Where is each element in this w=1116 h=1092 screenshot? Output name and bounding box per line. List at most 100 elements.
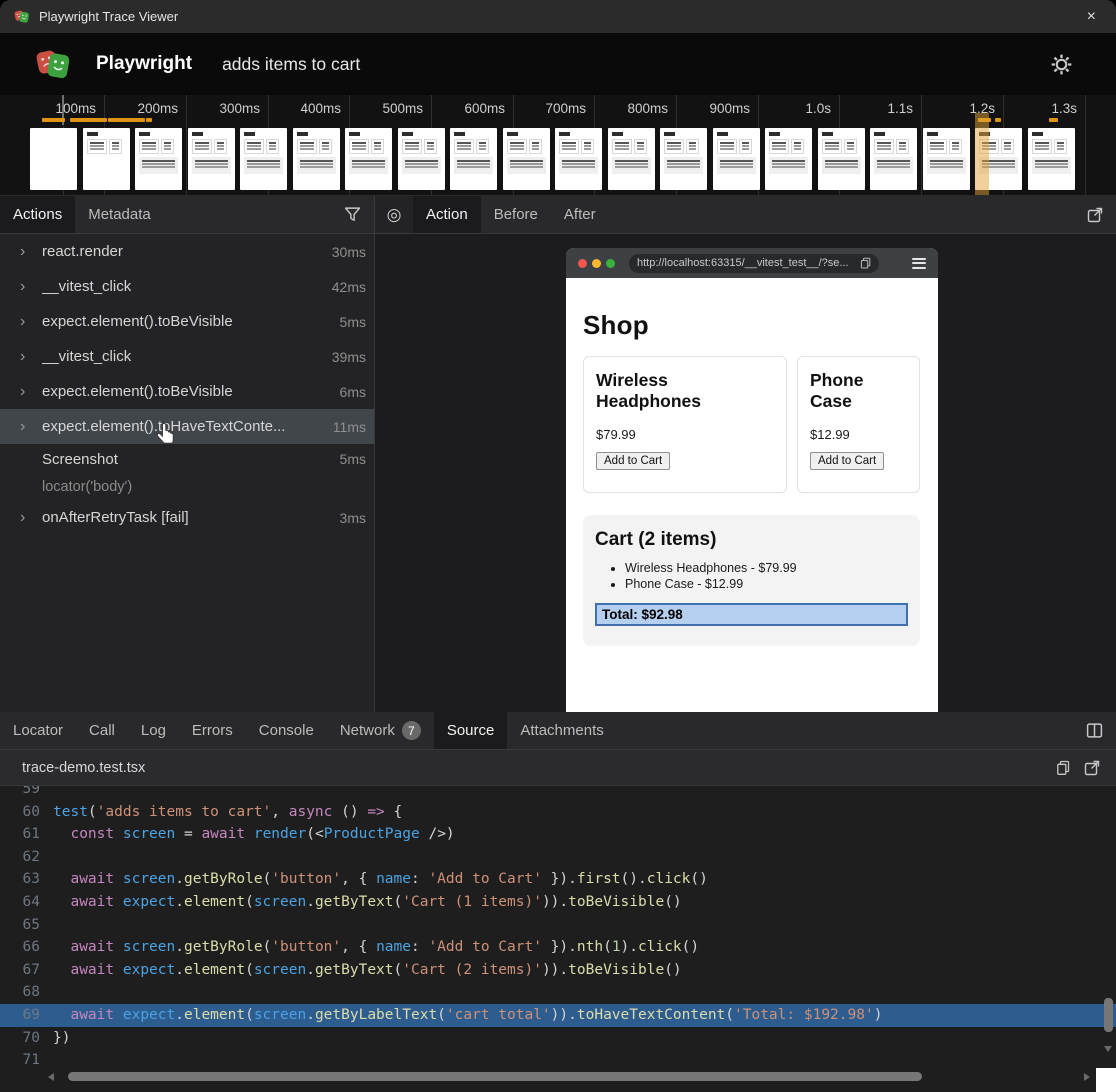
line-number: 61 (0, 823, 53, 846)
thumb-cart (717, 157, 756, 174)
filmstrip-frame[interactable] (503, 128, 550, 190)
source-code-view[interactable]: 5960test('adds items to cart', async () … (0, 786, 1116, 1092)
thumb-line (877, 142, 891, 144)
timeline-tick-label: 800ms (588, 101, 668, 116)
details-tab-network[interactable]: Network7 (327, 712, 434, 749)
filmstrip-frame[interactable] (450, 128, 497, 190)
playwright-logo-icon (35, 47, 72, 81)
details-tab-console[interactable]: Console (246, 712, 327, 749)
action-row[interactable]: ›__vitest_click39ms (0, 339, 374, 374)
line-number: 63 (0, 868, 53, 891)
details-tab-label: Call (89, 722, 115, 739)
action-row[interactable]: Screenshot5ms (0, 444, 374, 474)
actions-tab-actions[interactable]: Actions (0, 196, 75, 233)
thumb-line (217, 145, 224, 147)
action-row[interactable]: ›react.render30ms (0, 234, 374, 269)
thumb-line (667, 142, 681, 144)
scroll-down-icon[interactable] (1104, 1046, 1112, 1052)
thumb-card (1054, 139, 1067, 154)
add-to-cart-button[interactable]: Add to Cart (596, 452, 670, 470)
details-tab-errors[interactable]: Errors (179, 712, 246, 749)
thumb-shop-title (717, 132, 728, 136)
action-label: __vitest_click (42, 278, 131, 295)
filmstrip-frame[interactable] (1028, 128, 1075, 190)
line-number: 64 (0, 891, 53, 914)
filmstrip-frame[interactable] (660, 128, 707, 190)
vertical-scroll-thumb[interactable] (1104, 998, 1113, 1032)
filmstrip-frame[interactable] (818, 128, 865, 190)
thumb-line (1057, 145, 1064, 147)
filmstrip-frame[interactable] (135, 128, 182, 190)
filmstrip-frame[interactable] (765, 128, 812, 190)
snapshot-tab-action[interactable]: Action (413, 196, 481, 233)
filmstrip-frame[interactable] (870, 128, 917, 190)
filmstrip-frame[interactable] (83, 128, 130, 190)
thumb-line (689, 148, 696, 150)
thumb-cards (717, 139, 756, 154)
chevron-right-icon: › (20, 313, 42, 331)
menu-hamburger-icon[interactable] (912, 258, 926, 269)
traffic-light-green-icon (606, 259, 615, 268)
thumb-line (825, 148, 839, 150)
action-row[interactable]: ›__vitest_click42ms (0, 269, 374, 304)
add-to-cart-button[interactable]: Add to Cart (810, 452, 884, 470)
details-tab-source[interactable]: Source (434, 712, 508, 749)
thumb-cart (349, 157, 388, 174)
thumb-line (772, 145, 786, 147)
actions-tab-metadata[interactable]: Metadata (75, 196, 164, 233)
action-row[interactable]: ›expect.element().toHaveTextConte...11ms (0, 409, 374, 444)
details-tab-attachments[interactable]: Attachments (507, 712, 616, 749)
line-number: 66 (0, 936, 53, 959)
action-row[interactable]: ›expect.element().toBeVisible6ms (0, 374, 374, 409)
copy-url-icon[interactable] (860, 257, 871, 269)
address-bar[interactable]: http://localhost:63315/__vitest_test__/?… (629, 254, 879, 273)
horizontal-scroll-thumb[interactable] (68, 1072, 922, 1081)
filmstrip-frame[interactable] (293, 128, 340, 190)
details-tab-log[interactable]: Log (128, 712, 179, 749)
product-name: Wireless Headphones (596, 370, 774, 412)
action-label: Screenshot (42, 451, 118, 468)
line-number: 62 (0, 846, 53, 869)
open-source-external-icon[interactable] (1084, 760, 1100, 776)
filmstrip-frame[interactable] (345, 128, 392, 190)
scroll-left-icon[interactable] (48, 1073, 54, 1081)
thumb-line (1035, 148, 1049, 150)
thumb-card (791, 139, 804, 154)
horizontal-scrollbar[interactable] (48, 1072, 1090, 1082)
filmstrip-frame[interactable] (555, 128, 602, 190)
split-view-icon[interactable] (1073, 712, 1116, 749)
thumb-line (877, 160, 910, 162)
scroll-right-icon[interactable] (1084, 1073, 1090, 1081)
action-row[interactable]: ›onAfterRetryTask [fail]3ms (0, 500, 374, 535)
thumb-line (930, 163, 963, 165)
thumb-line (164, 142, 171, 144)
filmstrip-frame[interactable] (30, 128, 77, 190)
snapshot-tab-after[interactable]: After (551, 196, 609, 233)
copy-source-icon[interactable] (1056, 760, 1070, 776)
thumb-line (510, 166, 543, 168)
thumb-line (405, 163, 438, 165)
thumb-card (424, 139, 437, 154)
thumb-line (562, 163, 595, 165)
settings-gear-icon[interactable] (1051, 54, 1072, 75)
details-tab-locator[interactable]: Locator (0, 712, 76, 749)
filmstrip-frame[interactable] (240, 128, 287, 190)
thumb-shop-title (402, 132, 413, 136)
filmstrip-frame[interactable] (608, 128, 655, 190)
filmstrip-frame[interactable] (923, 128, 970, 190)
filmstrip-frame[interactable] (398, 128, 445, 190)
details-tab-call[interactable]: Call (76, 712, 128, 749)
thumb-card (581, 139, 594, 154)
pick-locator-icon[interactable]: ◎ (375, 196, 413, 233)
thumb-line (584, 145, 591, 147)
action-row[interactable]: ›expect.element().toBeVisible5ms (0, 304, 374, 339)
open-snapshot-external-icon[interactable] (1074, 196, 1116, 233)
filter-icon[interactable] (331, 196, 374, 233)
close-icon[interactable]: × (1081, 9, 1102, 25)
filmstrip-frame[interactable] (188, 128, 235, 190)
timeline[interactable]: 100ms200ms300ms400ms500ms600ms700ms800ms… (0, 95, 1116, 196)
filmstrip-frame[interactable] (713, 128, 760, 190)
thumb-card (822, 139, 842, 154)
code-line: 59 (0, 786, 1116, 801)
snapshot-tab-before[interactable]: Before (481, 196, 551, 233)
